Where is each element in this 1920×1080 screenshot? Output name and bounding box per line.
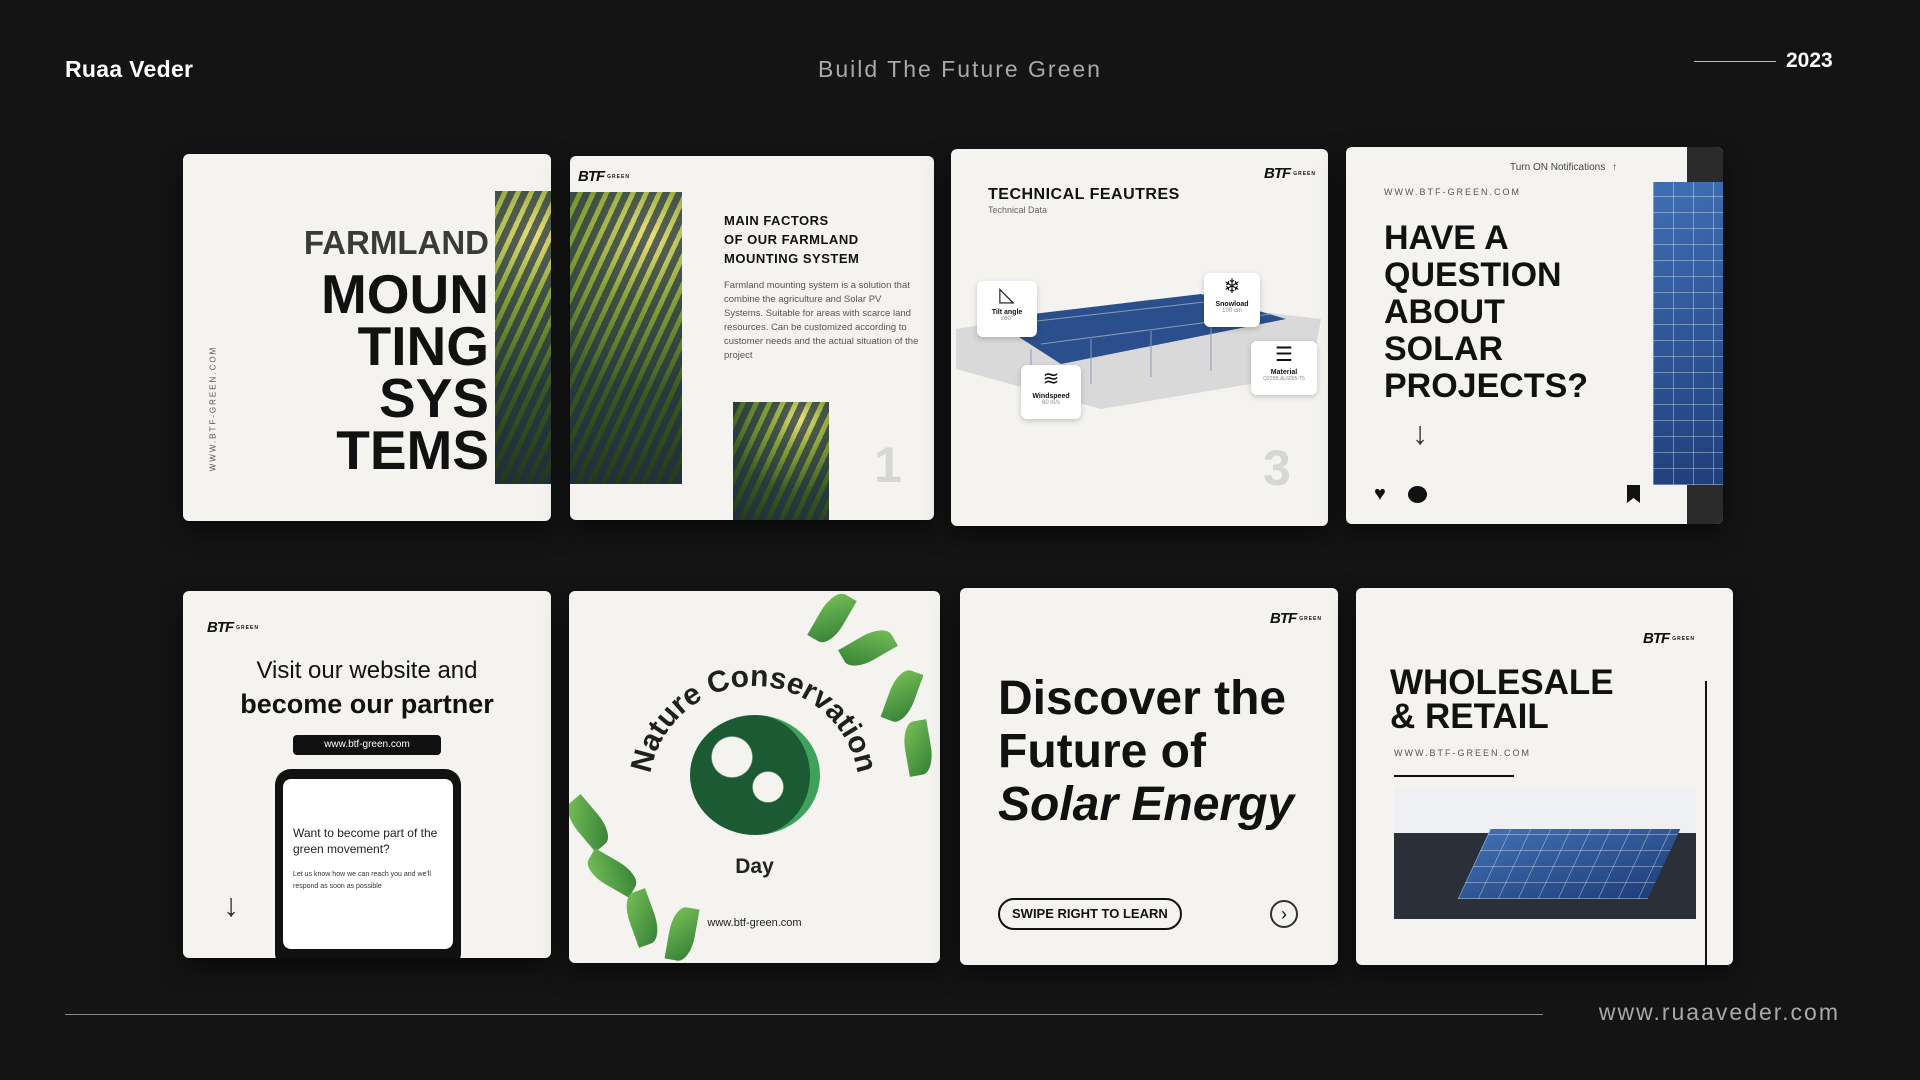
footer-website[interactable]: www.ruaaveder.com [1599, 999, 1840, 1026]
headline-farmland: FARMLAND [303, 224, 489, 261]
headline-line: WHOLESALE [1390, 663, 1614, 702]
page-tagline: Build The Future Green [818, 56, 1102, 82]
headline-line: QUESTION [1384, 256, 1562, 294]
website-pill[interactable]: www.btf-green.com [293, 735, 441, 755]
footer-divider [65, 1014, 1543, 1015]
card-nature-conservation[interactable]: Nature Conservation Day www.btf-green.co… [569, 591, 940, 963]
leaf-decoration [880, 666, 924, 726]
heart-icon[interactable]: ♥ [1374, 483, 1386, 506]
card-url: WWW.BTF-GREEN.COM [1384, 187, 1521, 197]
headline-word: TEMS [336, 419, 489, 481]
spec-material: ☰ Material Q235B,AL6005-T5 [1251, 341, 1317, 395]
solar-panel-array [1457, 829, 1681, 899]
comment-icon[interactable] [1408, 486, 1427, 503]
spec-label: Tilt angle [991, 309, 1023, 316]
wholesale-headline: WHOLESALE & RETAIL [1390, 663, 1614, 736]
arrow-down-icon: ↓ [223, 887, 239, 923]
small-farm-image [733, 402, 829, 520]
btf-logo: BTF GREEN [1264, 165, 1316, 182]
spec-label: Material [1270, 369, 1298, 376]
leaf-decoration [569, 793, 616, 853]
next-arrow-icon[interactable]: › [1270, 900, 1298, 928]
day-label: Day [735, 855, 774, 878]
card-main-factors[interactable]: BTF GREEN MAIN FACTORS OF OUR FARMLAND MO… [570, 156, 934, 520]
aerial-solar-farm-image [570, 192, 682, 484]
leaf-decoration [664, 905, 700, 963]
headline-word: MOUN [320, 263, 489, 325]
arrow-down-icon: ↓ [1412, 415, 1428, 451]
vertical-divider [1705, 681, 1707, 965]
card-farmland-mounting[interactable]: WWW.BTF-GREEN.COM FARMLAND MOUN TING SYS… [183, 154, 551, 521]
layers-icon: ☰ [1275, 344, 1293, 366]
technical-title: TECHNICAL FEAUTRES [988, 186, 1180, 203]
notify-text: Turn ON Notifications [1510, 162, 1606, 173]
factors-title: MAIN FACTORS OF OUR FARMLAND MOUNTING SY… [724, 211, 859, 268]
spec-label: Snowload [1215, 301, 1249, 308]
triangle-icon: ◺ [999, 284, 1015, 306]
headline-line: & RETAIL [1390, 697, 1549, 736]
leaf-decoration [900, 719, 936, 777]
headline-line: HAVE A [1384, 219, 1509, 257]
spec-snowload: ❄ Snowload 100 cm [1204, 273, 1260, 327]
card-have-a-question[interactable]: Turn ON Notifications ↑ WWW.BTF-GREEN.CO… [1346, 147, 1723, 524]
headline-line: Discover the [998, 672, 1287, 725]
technical-subtitle: Technical Data [988, 205, 1048, 215]
slide-number: 3 [1263, 440, 1291, 496]
aerial-solar-farm-image [495, 191, 551, 484]
card-wholesale-retail[interactable]: BTF GREEN WHOLESALE & RETAIL WWW.BTF-GREE… [1356, 588, 1733, 965]
phone-screen: Want to become part of the green movemen… [283, 779, 453, 949]
card-visit-website[interactable]: BTF GREEN Visit our website and become ou… [183, 591, 551, 958]
spec-label: Windspeed [1032, 393, 1070, 400]
card-url: www.btf-green.com [707, 917, 802, 929]
headline-words: MOUN TING SYS TEMS [320, 263, 489, 481]
factors-body: Farmland mounting system is a solution t… [724, 280, 919, 361]
headline-line: Solar Energy [998, 778, 1295, 831]
headline-line: PROJECTS? [1384, 367, 1589, 405]
vertical-url: WWW.BTF-GREEN.COM [208, 345, 218, 472]
card-url: WWW.BTF-GREEN.COM [1394, 748, 1531, 758]
question-headline: HAVE A QUESTION ABOUT SOLAR PROJECTS? [1384, 220, 1588, 405]
bookmark-icon[interactable] [1627, 485, 1640, 503]
card-technical-features[interactable]: BTF GREEN TECHNICAL FEAUTRES Technical Da… [951, 149, 1328, 526]
btf-logo: BTF GREEN [1270, 610, 1322, 627]
solar-roof-image [1653, 182, 1723, 485]
spec-value: 100 cm [1222, 308, 1242, 314]
discover-headline: Discover the Future of Solar Energy [998, 672, 1294, 831]
spec-tilt-angle: ◺ Tilt angle ≤60° [977, 281, 1037, 337]
headline-word: SYS [378, 367, 489, 429]
title-line: MAIN FACTORS [724, 213, 829, 228]
headline-line: SOLAR [1384, 330, 1503, 368]
swipe-button[interactable]: SWIPE RIGHT TO LEARN [998, 898, 1182, 930]
year-divider [1694, 61, 1776, 62]
arrow-up-icon: ↑ [1612, 162, 1617, 173]
card-discover-solar[interactable]: BTF GREEN Discover the Future of Solar En… [960, 588, 1338, 965]
roof-solar-image [1394, 787, 1696, 919]
visit-line-1: Visit our website and [256, 657, 478, 684]
headline-line: ABOUT [1384, 293, 1505, 331]
spec-value: Q235B,AL6005-T5 [1263, 376, 1305, 382]
visit-line-2: become our partner [240, 689, 494, 719]
btf-logo: BTF GREEN [207, 619, 259, 636]
underline-divider [1394, 775, 1514, 777]
btf-logo: BTF GREEN [1643, 630, 1695, 647]
headline-word: TING [357, 315, 489, 377]
year-label: 2023 [1786, 49, 1833, 72]
phone-body: Let us know how we can reach you and we'… [293, 871, 431, 890]
leaf-decoration [807, 591, 857, 648]
notifications-label[interactable]: Turn ON Notifications ↑ [1510, 162, 1617, 173]
globe-icon [690, 715, 820, 835]
spec-value: 60 m/s [1041, 400, 1060, 406]
headline-line: Future of [998, 725, 1206, 778]
snowflake-icon: ❄ [1223, 276, 1241, 298]
phone-mockup: Want to become part of the green movemen… [275, 769, 461, 958]
wind-icon: ≋ [1042, 368, 1060, 390]
title-line: MOUNTING SYSTEM [724, 251, 860, 266]
slide-number: 1 [874, 437, 902, 493]
title-line: OF OUR FARMLAND [724, 232, 859, 247]
phone-title: Want to become part of the green movemen… [293, 826, 438, 856]
spec-value: ≤60° [1000, 316, 1014, 322]
spec-windspeed: ≋ Windspeed 60 m/s [1021, 365, 1081, 419]
btf-logo: BTF GREEN [578, 168, 630, 185]
